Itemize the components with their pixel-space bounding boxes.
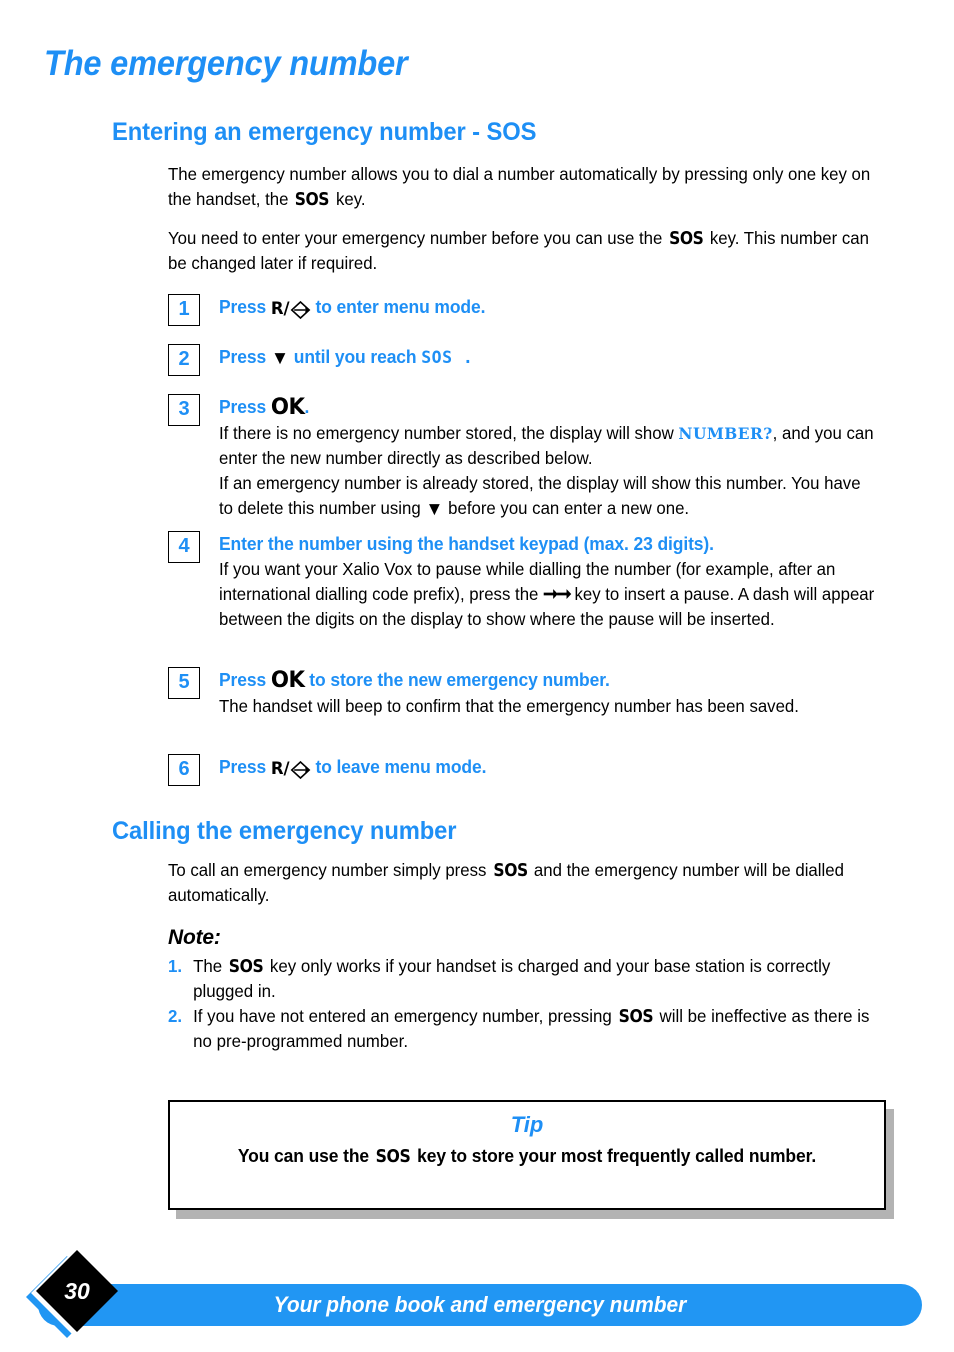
step-number-box: 3 bbox=[168, 394, 200, 426]
section-heading-entering: Entering an emergency number - SOS bbox=[112, 118, 537, 146]
intro-1-post: key. bbox=[331, 189, 366, 209]
lcd-text-number-prompt: NUMBER? bbox=[678, 424, 773, 443]
note-item-marker: 2. bbox=[168, 1006, 183, 1026]
tip-post: key to store your most frequently called… bbox=[412, 1146, 817, 1166]
sos-key-glyph: SOS bbox=[295, 189, 330, 210]
step-2-pre: Press bbox=[219, 347, 271, 367]
step-3-post: . bbox=[304, 397, 310, 417]
page-title: The emergency number bbox=[44, 44, 408, 83]
menu-diamond-arrow-icon: R/ bbox=[271, 756, 311, 783]
r-key-label: R/ bbox=[270, 759, 290, 779]
step-number-box: 6 bbox=[168, 754, 200, 786]
double-right-arrow-icon: ➞➞ bbox=[543, 584, 572, 605]
note-item: 1. The SOS key only works if your handset… bbox=[168, 954, 877, 1004]
step-1: 1 Press R/ to enter menu mode. bbox=[168, 294, 903, 326]
step-2: 2 Press ▼ until you reach SOS . bbox=[168, 344, 903, 376]
step-3-sub1-pre: If there is no emergency number stored, … bbox=[219, 423, 679, 443]
tip-box: Tip You can use the SOS key to store you… bbox=[168, 1100, 886, 1210]
step-5: 5 Press OK to store the new emergency nu… bbox=[168, 667, 903, 719]
down-triangle-icon: ▼ bbox=[425, 499, 444, 520]
tip-pre: You can use the bbox=[237, 1146, 374, 1166]
step-2-heading: Press ▼ until you reach SOS . bbox=[219, 344, 882, 371]
menu-diamond-arrow-icon: R/ bbox=[271, 296, 311, 323]
step-6-post: to leave menu mode. bbox=[310, 757, 487, 777]
note-item-marker: 1. bbox=[168, 956, 183, 976]
sos-key-glyph: SOS bbox=[375, 1146, 411, 1167]
tip-box-wrapper: Tip You can use the SOS key to store you… bbox=[168, 1100, 894, 1219]
note-1-post: key only works if your handset is charge… bbox=[193, 956, 831, 1001]
page-number-badge: 30 bbox=[25, 1249, 124, 1350]
r-key-label: R/ bbox=[270, 299, 290, 319]
step-6-pre: Press bbox=[219, 757, 271, 777]
step-4-heading: Enter the number using the handset keypa… bbox=[219, 534, 714, 554]
step-5-heading: Press OK to store the new emergency numb… bbox=[219, 667, 882, 694]
page-number: 30 bbox=[64, 1278, 90, 1304]
step-5-pre: Press bbox=[219, 670, 271, 690]
note-list: 1. The SOS key only works if your handset… bbox=[168, 954, 903, 1054]
step-3: 3 Press OK. If there is no emergency num… bbox=[168, 394, 903, 521]
section-heading-calling: Calling the emergency number bbox=[112, 817, 457, 845]
calling-paragraph: To call an emergency number simply press… bbox=[168, 858, 900, 908]
step-4: 4 Enter the number using the handset key… bbox=[168, 531, 903, 632]
step-number-box: 4 bbox=[168, 531, 200, 563]
lcd-text-sos: SOS . bbox=[421, 348, 474, 368]
step-3-heading: Press OK. bbox=[219, 394, 882, 421]
note-title: Note: bbox=[168, 926, 221, 949]
step-1-heading: Press R/ to enter menu mode. bbox=[219, 294, 882, 323]
intro-2-pre: You need to enter your emergency number … bbox=[168, 228, 668, 248]
sos-key-glyph: SOS bbox=[618, 1006, 653, 1027]
step-2-mid: until you reach bbox=[289, 347, 422, 367]
intro-paragraph-1: The emergency number allows you to dial … bbox=[168, 162, 900, 212]
step-1-post: to enter menu mode. bbox=[310, 297, 486, 317]
step-3-sub-1: If there is no emergency number stored, … bbox=[219, 421, 876, 471]
ok-key-glyph: OK bbox=[270, 668, 305, 693]
step-3-pre: Press bbox=[219, 397, 271, 417]
note-1-pre: The bbox=[193, 956, 227, 976]
footer-title: Your phone book and emergency number bbox=[273, 1292, 687, 1317]
step-4-sub: If you want your Xalio Vox to pause whil… bbox=[219, 557, 876, 632]
step-3-sub-2: If an emergency number is already stored… bbox=[219, 471, 876, 521]
step-5-sub: The handset will beep to confirm that th… bbox=[219, 696, 799, 716]
page-footer: Your phone book and emergency number 30 bbox=[0, 1249, 954, 1339]
note-2-pre: If you have not entered an emergency num… bbox=[193, 1006, 617, 1026]
step-number-box: 2 bbox=[168, 344, 200, 376]
step-number-box: 5 bbox=[168, 667, 200, 699]
down-triangle-icon: ▼ bbox=[270, 348, 290, 369]
step-5-post: to store the new emergency number. bbox=[304, 670, 610, 690]
step-6: 6 Press R/ to leave menu mode. bbox=[168, 754, 903, 786]
step-6-heading: Press R/ to leave menu mode. bbox=[219, 754, 882, 783]
step-number-box: 1 bbox=[168, 294, 200, 326]
calling-pre: To call an emergency number simply press bbox=[168, 860, 492, 880]
step-1-pre: Press bbox=[219, 297, 271, 317]
step-3-sub2-post: before you can enter a new one. bbox=[443, 498, 690, 518]
sos-key-glyph: SOS bbox=[228, 956, 264, 977]
note-block: Note: 1. The SOS key only works if your h… bbox=[168, 926, 903, 1054]
note-item: 2. If you have not entered an emergency n… bbox=[168, 1004, 877, 1054]
sos-key-glyph: SOS bbox=[668, 228, 704, 249]
tip-text: You can use the SOS key to store your mo… bbox=[181, 1146, 874, 1167]
intro-1-pre: The emergency number allows you to dial … bbox=[168, 164, 871, 209]
intro-paragraph-2: You need to enter your emergency number … bbox=[168, 226, 900, 276]
tip-title: Tip bbox=[510, 1112, 544, 1137]
page-root: The emergency number Entering an emergen… bbox=[0, 0, 954, 1352]
ok-key-glyph: OK bbox=[270, 395, 305, 420]
sos-key-glyph: SOS bbox=[492, 860, 528, 881]
